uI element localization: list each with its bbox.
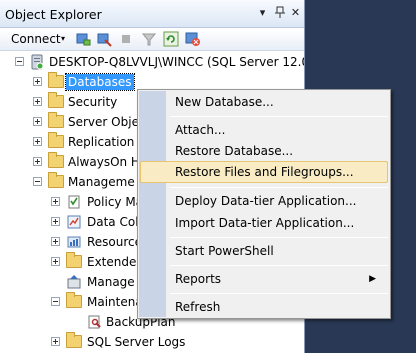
maintenance-plan-icon	[86, 314, 102, 330]
menu-item-label: Refresh	[175, 300, 221, 314]
panel-titlebar: Object Explorer ▾ ✕	[0, 0, 304, 28]
expand-icon[interactable]	[51, 237, 60, 246]
folder-icon	[66, 332, 82, 348]
expand-icon[interactable]	[33, 97, 42, 106]
object-explorer-toolbar: Connect ▾	[0, 29, 304, 51]
menu-separator	[170, 116, 388, 117]
folder-icon	[66, 252, 82, 268]
expand-icon[interactable]	[33, 77, 42, 86]
window-position-icon[interactable]: ▾	[256, 6, 269, 20]
expand-icon[interactable]	[33, 157, 42, 166]
resource-governor-label: Resource	[87, 235, 143, 249]
data-collection-icon	[66, 214, 82, 230]
replication-label: Replication	[68, 135, 135, 149]
collapse-icon[interactable]	[33, 177, 42, 186]
filter-icon	[141, 31, 157, 47]
managed-backup-label: Manage	[87, 275, 135, 289]
menu-separator	[170, 187, 388, 188]
tree-node-resource-governor[interactable]: Resource	[0, 232, 143, 252]
connect-dropdown-icon[interactable]: ▾	[61, 33, 65, 45]
tree-node-management[interactable]: Manageme	[0, 172, 140, 192]
managed-backup-icon	[66, 274, 82, 290]
databases-label: Databases	[65, 73, 135, 91]
maintenance-plans-label: Maintena	[87, 295, 143, 309]
tree-node-databases[interactable]: Databases	[0, 72, 140, 92]
databases-context-menu: New Database... Attach... Restore Databa…	[137, 89, 391, 319]
sql-server-logs-label: SQL Server Logs	[87, 335, 186, 349]
folder-open-icon	[48, 172, 64, 188]
connect-object-explorer-icon[interactable]	[75, 31, 91, 47]
menu-item-restore-database[interactable]: Restore Database...	[140, 140, 388, 162]
tree-node-managed-backup[interactable]: Manage	[0, 272, 140, 292]
collapse-icon[interactable]	[15, 57, 24, 66]
menu-separator	[170, 293, 388, 294]
extended-events-label: Extende	[87, 255, 137, 269]
submenu-arrow-icon: ▶	[369, 274, 376, 284]
tree-node-alwayson[interactable]: AlwaysOn H	[0, 152, 140, 172]
folder-icon	[48, 112, 64, 128]
menu-item-deploy-data-tier[interactable]: Deploy Data-tier Application...	[140, 190, 388, 212]
folder-open-icon	[66, 292, 82, 308]
menu-item-attach[interactable]: Attach...	[140, 119, 388, 141]
folder-icon	[48, 92, 64, 108]
folder-icon	[48, 132, 64, 148]
tree-node-replication[interactable]: Replication	[0, 132, 140, 152]
expand-icon[interactable]	[51, 197, 60, 206]
policy-management-label: Policy Ma	[87, 195, 144, 209]
disconnect-all-icon[interactable]	[185, 31, 201, 47]
menu-item-label: Import Data-tier Application...	[175, 216, 355, 230]
menu-item-restore-files-filegroups[interactable]: Restore Files and Filegroups...	[140, 161, 388, 183]
stop-icon	[118, 31, 134, 47]
expand-icon[interactable]	[51, 217, 60, 226]
folder-icon	[48, 152, 64, 168]
tree-node-security[interactable]: Security	[0, 92, 140, 112]
menu-item-label: Start PowerShell	[175, 244, 274, 258]
server-objects-label: Server Obje	[68, 115, 139, 129]
expand-icon[interactable]	[51, 257, 60, 266]
panel-title: Object Explorer	[5, 7, 102, 22]
menu-item-label: Restore Files and Filegroups...	[175, 165, 354, 179]
menu-separator	[170, 237, 388, 238]
menu-item-new-database[interactable]: New Database...	[140, 91, 388, 113]
tree-node-policy-management[interactable]: Policy Ma	[0, 192, 144, 212]
server-label: DESKTOP-Q8LVVLJ\WINCC (SQL Server 12.0	[49, 55, 305, 69]
resource-governor-icon	[66, 234, 82, 250]
tree-node-maintenance-plans[interactable]: Maintena	[0, 292, 143, 312]
expand-icon[interactable]	[33, 137, 42, 146]
folder-icon	[48, 72, 64, 88]
menu-item-label: New Database...	[175, 95, 274, 109]
menu-item-import-data-tier[interactable]: Import Data-tier Application...	[140, 212, 388, 234]
expand-icon[interactable]	[51, 337, 60, 346]
close-icon[interactable]: ✕	[289, 6, 302, 20]
security-label: Security	[68, 95, 118, 109]
tree-node-server-objects[interactable]: Server Obje	[0, 112, 140, 132]
alwayson-label: AlwaysOn H	[68, 155, 140, 169]
refresh-icon[interactable]	[163, 31, 179, 47]
collapse-icon[interactable]	[51, 297, 60, 306]
expand-icon[interactable]	[33, 117, 42, 126]
data-collection-label: Data Col	[87, 215, 139, 229]
menu-item-start-powershell[interactable]: Start PowerShell	[140, 240, 388, 262]
policy-icon	[66, 194, 82, 210]
tree-node-server[interactable]: DESKTOP-Q8LVVLJ\WINCC (SQL Server 12.0	[0, 52, 305, 72]
tree-node-data-collection[interactable]: Data Col	[0, 212, 140, 232]
server-icon	[29, 54, 45, 70]
menu-item-reports[interactable]: Reports ▶	[140, 268, 388, 290]
management-label: Manageme	[68, 175, 135, 189]
disconnect-icon[interactable]	[96, 31, 112, 47]
tree-node-extended-events[interactable]: Extende	[0, 252, 140, 272]
menu-item-label: Restore Database...	[175, 144, 294, 158]
menu-item-label: Deploy Data-tier Application...	[175, 194, 357, 208]
connect-button[interactable]: Connect	[11, 32, 61, 46]
menu-item-label: Attach...	[175, 123, 226, 137]
tree-node-sql-server-logs[interactable]: SQL Server Logs	[0, 332, 304, 352]
menu-item-refresh[interactable]: Refresh	[140, 296, 388, 318]
auto-hide-pin-icon[interactable]	[273, 6, 286, 20]
menu-item-label: Reports	[175, 272, 222, 286]
menu-separator	[170, 265, 388, 266]
